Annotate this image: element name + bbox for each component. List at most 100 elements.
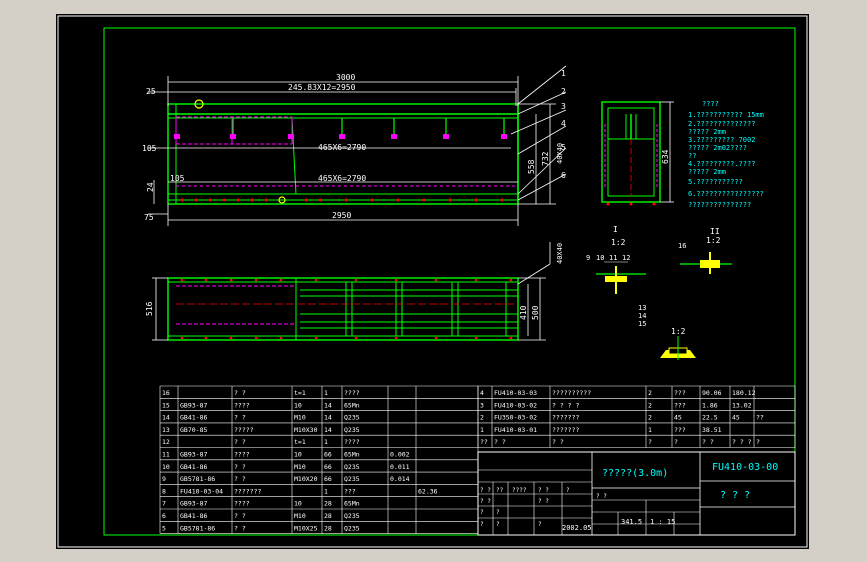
bom-cell-qty: 1 bbox=[324, 487, 328, 495]
title-row3-a: ? bbox=[480, 509, 484, 516]
title-row1-c: ???? bbox=[512, 487, 527, 494]
bom-cell-mat: ??? bbox=[344, 487, 356, 495]
title-row1-d: ? ? bbox=[538, 487, 549, 494]
scale-value: 1 : 15 bbox=[650, 518, 675, 526]
bom-cell-name: ? ? bbox=[234, 524, 246, 532]
bom-cell-mat: Q235 bbox=[344, 512, 360, 520]
bom-cell-w1: 0.014 bbox=[390, 475, 410, 483]
bom-cell-spec: M10X30 bbox=[294, 426, 318, 434]
drawing-number: FU410-03-00 bbox=[712, 462, 778, 473]
plan-view bbox=[152, 242, 551, 341]
dim-plan-500: 500 bbox=[531, 305, 540, 320]
bom-cell-code: GB41-86 bbox=[180, 414, 207, 422]
bom-cell-code: GB5781-86 bbox=[180, 524, 215, 532]
bom-cell-name: ???? bbox=[234, 451, 250, 459]
bom-cell-mat: ???? bbox=[344, 389, 360, 397]
bom-upper-cell-name: ??????? bbox=[552, 426, 579, 434]
section1-label: I bbox=[613, 225, 618, 234]
bill-of-materials: 16? ? t=1 1 ????15 GB93-87???? 10 14 65Mn14 GB41… bbox=[159, 385, 479, 534]
bom-upper-cell-mat: ??? bbox=[674, 401, 686, 409]
section3-scale: 1:2 bbox=[671, 327, 686, 336]
title-row2-b: ? ? bbox=[538, 498, 549, 505]
section1-part-10: 10 bbox=[596, 254, 604, 262]
dim-plan-40x40: 40X40 bbox=[556, 243, 564, 264]
dim-bottom-length: 2950 bbox=[332, 211, 351, 220]
bom-cell-code: GB93-87 bbox=[180, 401, 207, 409]
dim-plan-width: 516 bbox=[145, 301, 154, 316]
callout-2: 2 bbox=[561, 87, 566, 96]
bom-cell-spec: t=1 bbox=[294, 389, 306, 397]
dim-mid-105: 105 bbox=[170, 174, 185, 183]
dim-side-height: 634 bbox=[661, 149, 670, 164]
bom-upper-cell-mat: ??? bbox=[674, 426, 686, 434]
section1-part-12: 12 bbox=[622, 254, 630, 262]
bom-cell-w1: 0.011 bbox=[390, 463, 410, 471]
bom-upper-cell-no: 3 bbox=[480, 401, 484, 409]
section-detail-1 bbox=[596, 261, 646, 294]
bom-upper-cell-code: FU410-03-02 bbox=[494, 401, 537, 409]
bom-upper-cell-name: ?????????? bbox=[552, 389, 591, 397]
bom-cell-mat: 65Mn bbox=[344, 500, 360, 508]
bom-cell-no: 7 bbox=[162, 500, 166, 508]
product-name: ?????(3.0m) bbox=[602, 468, 668, 479]
bom-cell-no: 5 bbox=[162, 524, 166, 532]
bom-cell-name: ? ? bbox=[234, 389, 246, 397]
bom-cell-mat: Q235 bbox=[344, 414, 360, 422]
bom-cell-no: 16 bbox=[162, 389, 170, 397]
callout-1: 1 bbox=[561, 69, 566, 78]
section1-part-9: 9 bbox=[586, 254, 590, 262]
note-line: 4.?????????.???? bbox=[688, 160, 755, 168]
bom-cell-qty: 66 bbox=[324, 475, 332, 483]
cad-viewport: 3000 245.83X12=2950 25 105 24 75 105 465… bbox=[0, 0, 867, 562]
bom-upper-cell-qty: 2 bbox=[648, 389, 652, 397]
bom-cell-mat: ???? bbox=[344, 438, 360, 446]
dim-left-25: 25 bbox=[146, 87, 156, 96]
bom-upper-cell-qty: 1 bbox=[648, 426, 652, 434]
section-detail-2 bbox=[680, 252, 732, 274]
bom-header-cell: ? ? bbox=[494, 438, 506, 446]
title-row4-a: ? bbox=[480, 521, 484, 528]
bom-upper-cell-qty: 2 bbox=[648, 414, 652, 422]
date-value: 2002.05 bbox=[562, 524, 592, 532]
bom-cell-code: GB93-87 bbox=[180, 451, 207, 459]
bom-cell-mat: Q235 bbox=[344, 475, 360, 483]
note-line: ?? bbox=[688, 152, 696, 160]
bom-cell-w1: 0.002 bbox=[390, 451, 410, 459]
bom-cell-code: GB41-86 bbox=[180, 463, 207, 471]
bom-upper-cell-w2: 180.12 bbox=[732, 389, 756, 397]
bom-cell-name: ????? bbox=[234, 426, 254, 434]
bom-upper-cell-code: FU410-03-01 bbox=[494, 426, 537, 434]
bom-cell-spec: t=1 bbox=[294, 438, 306, 446]
section1-scale: 1:2 bbox=[611, 238, 626, 247]
bill-of-materials-upper: 4 FU410-03-03?????????? 2??? 90.06 180.12 3 FU… bbox=[477, 385, 796, 448]
note-line: 5.??????????? bbox=[688, 178, 743, 186]
bom-cell-qty: 14 bbox=[324, 414, 332, 422]
dim-558: 558 bbox=[527, 159, 536, 174]
bom-cell-name: ???? bbox=[234, 500, 250, 508]
note-line: 1.??????????? 15mm bbox=[688, 111, 764, 119]
title-row2-c: ? ? bbox=[596, 493, 607, 500]
bom-cell-mat: 65Mn bbox=[344, 451, 360, 459]
bom-cell-code: FU410-03-04 bbox=[180, 487, 223, 495]
bom-cell-qty: 66 bbox=[324, 463, 332, 471]
bom-cell-no: 10 bbox=[162, 463, 170, 471]
dim-732: 732 bbox=[541, 151, 550, 166]
bom-upper-cell-no: 4 bbox=[480, 389, 484, 397]
bom-cell-no: 15 bbox=[162, 401, 170, 409]
bom-cell-spec: M10 bbox=[294, 414, 306, 422]
bom-cell-no: 6 bbox=[162, 512, 166, 520]
bom-header-cell: ? bbox=[648, 438, 652, 446]
bom-cell-spec: M10X20 bbox=[294, 475, 318, 483]
dim-left-105: 105 bbox=[142, 144, 157, 153]
bom-header-cell: ? ? bbox=[702, 438, 714, 446]
bom-cell-qty: 28 bbox=[324, 500, 332, 508]
bom-cell-name: ???? bbox=[234, 401, 250, 409]
title-row4-c: ? bbox=[538, 521, 542, 528]
bom-cell-name: ? ? bbox=[234, 414, 246, 422]
dim-hole-pitch: 245.83X12=2950 bbox=[288, 83, 356, 92]
section1-part-11: 11 bbox=[609, 254, 617, 262]
bom-cell-qty: 1 bbox=[324, 438, 328, 446]
bom-cell-no: 11 bbox=[162, 451, 170, 459]
bom-upper-cell-w1: 90.06 bbox=[702, 389, 722, 397]
bom-cell-name: ? ? bbox=[234, 475, 246, 483]
